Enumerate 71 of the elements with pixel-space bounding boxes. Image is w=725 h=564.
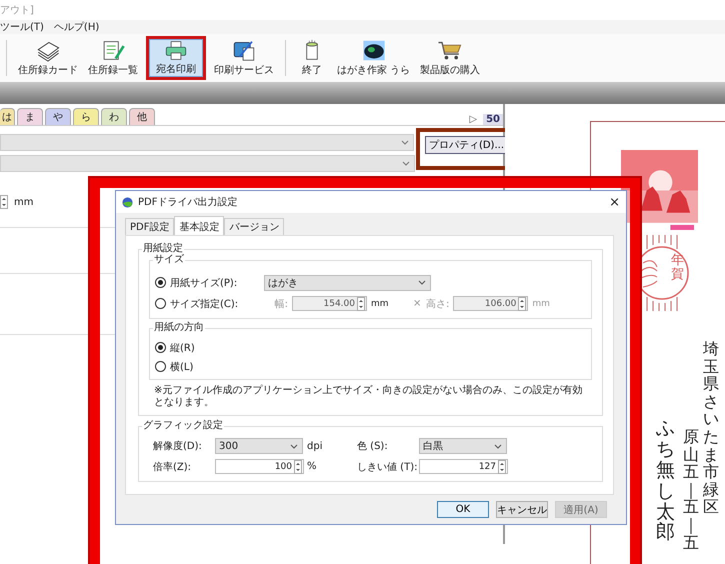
group-label: 用紙の方向 [153, 322, 205, 334]
spin-button[interactable] [498, 460, 506, 474]
index-tab[interactable]: ら [73, 108, 99, 125]
recipient-name: ふち無し太郎 [656, 418, 675, 544]
field-label: 色 (S): [357, 440, 389, 453]
unit-label: mm [532, 298, 551, 308]
unit-label: % [306, 461, 318, 472]
chevron-icon [494, 444, 502, 448]
window-title: アウト] [0, 4, 34, 17]
spin-button[interactable] [294, 460, 302, 474]
unit-label: dpi [306, 440, 324, 452]
postmark-text: 年賀 [671, 254, 684, 283]
unit-label: mm [14, 196, 34, 208]
radio-label: 縦(R) [170, 342, 196, 354]
radio-label: サイズ指定(C): [170, 298, 240, 310]
paper-size-select[interactable]: はがき [264, 274, 431, 290]
height-label: 高さ: [425, 298, 450, 310]
dialog-tab[interactable]: バージョン [224, 218, 284, 235]
menu-item[interactable]: ツール(T) [0, 20, 44, 34]
menu-item[interactable]: ヘルプ(H) [54, 20, 100, 34]
dialog-button[interactable]: OK [437, 501, 489, 518]
scale-field[interactable]: 100 [215, 459, 304, 474]
radio-button[interactable] [155, 298, 166, 309]
chevron-icon [400, 140, 409, 145]
page-count: 50 [483, 114, 503, 125]
dialog-tab[interactable]: 基本設定 [174, 216, 224, 235]
chevron-icon [418, 280, 426, 285]
radio-button[interactable] [155, 361, 166, 372]
field-label: 解像度(D): [153, 440, 203, 453]
index-tab[interactable]: 他 [129, 108, 155, 125]
dialog-tab[interactable]: PDF設定 [125, 218, 174, 235]
dialog-button[interactable]: キャンセル [496, 501, 548, 518]
globe-icon [122, 196, 133, 208]
spin-button[interactable] [357, 296, 365, 310]
spin-button[interactable] [0, 195, 8, 209]
field-label: 倍率(Z): [153, 460, 192, 474]
group-label: サイズ [153, 254, 185, 266]
toolbar-button[interactable]: 印刷サービス [209, 38, 279, 78]
toolbar-button[interactable]: 住所録一覧 [83, 38, 143, 78]
radio-label: 用紙サイズ(P): [170, 276, 238, 290]
times-sign: × [413, 298, 422, 309]
width-label: 幅: [274, 298, 288, 310]
group-label: 用紙設定 [142, 243, 184, 255]
toolbar-button[interactable]: 製品版の購入 [415, 38, 486, 78]
radio-button[interactable] [155, 277, 166, 288]
close-button[interactable]: × [609, 194, 620, 210]
toolbar-button[interactable]: はがき作家 うら [332, 38, 416, 78]
radio-button[interactable] [155, 342, 166, 353]
dialog-title: PDFドライバ出力設定 [138, 196, 238, 209]
threshold-field[interactable]: 127 [419, 459, 508, 474]
group-label: グラフィック設定 [142, 420, 224, 432]
note-text: ※元ファイル作成のアプリケーション上でサイズ・向きの設定がない場合のみ、この設定が有効となります。 [154, 385, 584, 409]
resolution-select[interactable]: 300 [215, 438, 303, 454]
color-select[interactable]: 白黒 [419, 438, 507, 454]
index-tab[interactable]: や [45, 108, 71, 125]
toolbar-button[interactable]: 住所録カード [13, 38, 83, 78]
next-arrow[interactable]: ▷ [469, 114, 478, 125]
properties-button[interactable]: プロパティ(D)... [424, 136, 508, 154]
toolbar-button[interactable]: 終了 [292, 38, 332, 78]
chevron-icon [290, 444, 298, 448]
chevron-icon [402, 161, 410, 166]
index-tab[interactable]: ま [17, 108, 43, 125]
spin-button[interactable] [518, 296, 526, 310]
field-label: しきい値 (T): [357, 460, 418, 474]
radio-label: 横(L) [170, 360, 194, 374]
index-tab[interactable]: は [0, 108, 15, 125]
address-line: 埼玉県さいたま市緑区 [703, 340, 719, 516]
index-tab[interactable]: わ [101, 108, 127, 125]
address-line: 原山五｜五｜五 [683, 428, 699, 552]
unit-label: mm [371, 298, 390, 308]
toolbar-button[interactable]: 宛名印刷 [146, 36, 206, 80]
